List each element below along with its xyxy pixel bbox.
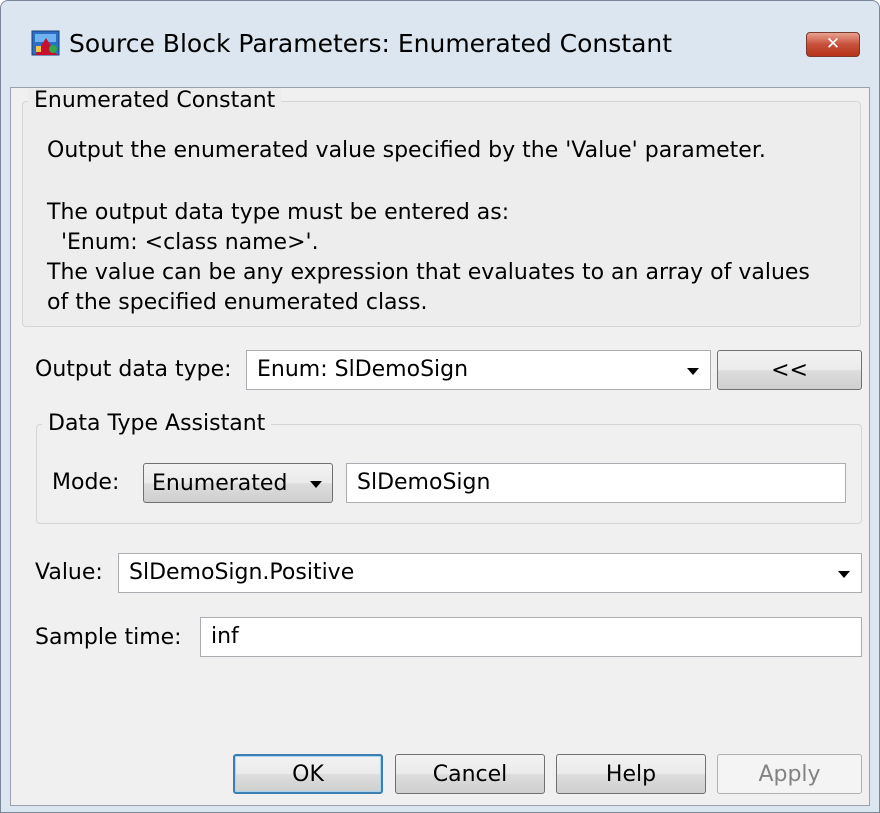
description-group: Enumerated Constant Output the enumerate… — [22, 88, 861, 327]
description-group-title: Enumerated Constant — [28, 88, 282, 114]
ok-button[interactable]: OK — [233, 754, 383, 794]
chevron-down-icon — [310, 481, 322, 488]
chevron-down-icon — [838, 571, 850, 578]
chevron-down-icon — [687, 368, 699, 375]
ok-button-label: OK — [292, 761, 324, 787]
description-line: Output the enumerated value specified by… — [47, 138, 766, 163]
sample-time-value: inf — [211, 624, 239, 649]
cancel-button-label: Cancel — [432, 761, 508, 787]
dialog-content: Enumerated Constant Output the enumerate… — [10, 87, 870, 806]
sample-time-label: Sample time: — [35, 625, 182, 650]
mode-dropdown[interactable]: Enumerated — [143, 463, 333, 503]
description-line: 'Enum: <class name>'. — [47, 230, 319, 255]
toggle-button-label: << — [771, 357, 808, 383]
close-button[interactable]: ✕ — [806, 32, 860, 57]
value-label: Value: — [35, 560, 103, 585]
help-button[interactable]: Help — [556, 754, 706, 794]
output-data-type-combobox[interactable]: Enum: SlDemoSign — [246, 350, 711, 390]
output-data-type-label: Output data type: — [35, 357, 232, 382]
title-bar[interactable]: Source Block Parameters: Enumerated Cons… — [1, 1, 879, 87]
mode-label: Mode: — [52, 470, 120, 495]
value-combobox[interactable]: SlDemoSign.Positive — [118, 553, 862, 593]
help-button-label: Help — [605, 761, 657, 787]
data-type-assistant-group: Data Type Assistant Mode: Enumerated SlD… — [36, 411, 862, 524]
cancel-button[interactable]: Cancel — [395, 754, 545, 794]
description-line: The value can be any expression that eva… — [47, 260, 810, 285]
close-icon: ✕ — [825, 34, 841, 54]
description-line: The output data type must be entered as: — [47, 200, 510, 225]
window-title: Source Block Parameters: Enumerated Cons… — [69, 29, 673, 58]
enum-class-name-value: SlDemoSign — [357, 470, 491, 495]
dialog-window: Source Block Parameters: Enumerated Cons… — [0, 0, 880, 813]
data-type-assistant-toggle-button[interactable]: << — [717, 350, 862, 390]
apply-button[interactable]: Apply — [717, 754, 862, 794]
description-line: of the specified enumerated class. — [47, 290, 428, 315]
data-type-assistant-title: Data Type Assistant — [42, 411, 272, 437]
simulink-app-icon — [31, 30, 60, 56]
output-data-type-value: Enum: SlDemoSign — [257, 357, 469, 382]
enum-class-name-input[interactable]: SlDemoSign — [346, 463, 846, 503]
sample-time-input[interactable]: inf — [200, 617, 862, 657]
value-field-value: SlDemoSign.Positive — [129, 560, 355, 585]
apply-button-label: Apply — [758, 761, 821, 787]
mode-dropdown-value: Enumerated — [152, 470, 288, 496]
